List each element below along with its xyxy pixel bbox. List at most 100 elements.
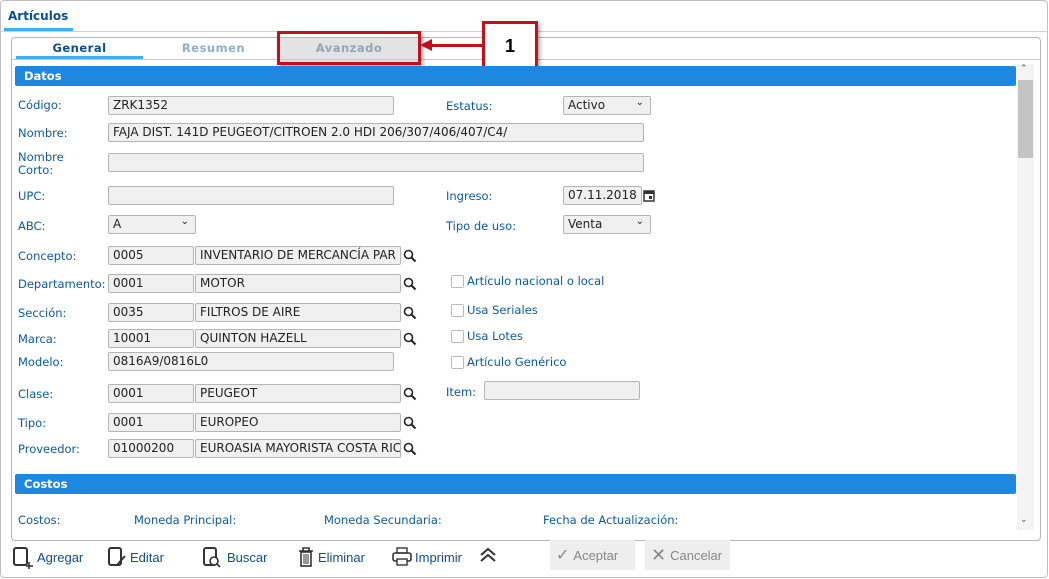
concepto-code-input[interactable]: 0005 [108, 246, 194, 265]
codigo-input[interactable]: ZRK1352 [108, 96, 394, 115]
item-input[interactable] [484, 381, 640, 400]
buscar-button[interactable]: Buscar [202, 545, 267, 569]
seccion-code-input[interactable]: 0035 [108, 303, 194, 322]
checkbox-label[interactable]: Artículo Genérico [467, 355, 566, 369]
nombre-input[interactable]: FAJA DIST. 141D PEUGEOT/CITROEN 2.0 HDI … [108, 123, 644, 142]
agregar-button[interactable]: Agregar [12, 545, 83, 569]
search-icon[interactable] [403, 416, 417, 433]
buscar-label: Buscar [227, 549, 268, 565]
callout-number: 1 [482, 21, 538, 71]
estatus-value: Activo [568, 98, 606, 112]
checkbox[interactable] [451, 330, 464, 343]
search-document-icon [203, 547, 221, 568]
ingreso-date-input[interactable]: 07.11.2018 [563, 186, 642, 205]
nombre-label: Nombre: [18, 126, 68, 140]
marca-label: Marca: [18, 332, 57, 346]
item-label: Item: [446, 385, 477, 399]
scroll-up-icon[interactable]: ⌃ [1020, 64, 1028, 74]
nombre-corto-label: Nombre Corto: [18, 150, 64, 177]
modelo-input[interactable]: 0816A9/0816L0 [108, 352, 394, 371]
imprimir-button[interactable]: Imprimir [392, 545, 462, 569]
ingreso-label: Ingreso: [446, 189, 493, 203]
departamento-code-input[interactable]: 0001 [108, 274, 194, 293]
marca-name-input[interactable]: QUINTON HAZELL [195, 329, 401, 348]
search-icon[interactable] [403, 387, 417, 404]
arrow-head-icon [420, 39, 432, 51]
callout-arrow [430, 44, 483, 47]
departamento-label: Departamento: [18, 277, 106, 291]
tipo-uso-select[interactable]: Venta ⌄ [563, 215, 651, 234]
moneda-secundaria-label: Moneda Secundaria: [324, 513, 442, 527]
search-icon[interactable] [403, 249, 417, 266]
highlight-box [277, 31, 421, 65]
agregar-label: Agregar [37, 549, 84, 565]
checkbox-label[interactable]: Usa Seriales [467, 303, 538, 317]
aceptar-button[interactable]: ✓ Aceptar [550, 540, 635, 570]
close-icon: ✕ [651, 544, 667, 565]
estatus-select[interactable]: Activo ⌄ [563, 96, 651, 115]
search-icon[interactable] [403, 332, 417, 349]
nombre-corto-input[interactable] [108, 153, 644, 172]
check-icon: ✓ [556, 547, 570, 564]
scrollbar-thumb[interactable] [1018, 80, 1033, 158]
checkbox-label[interactable]: Artículo nacional o local [467, 274, 604, 288]
seccion-name-input[interactable]: FILTROS DE AIRE [195, 303, 401, 322]
proveedor-code-input[interactable]: 01000200 [108, 439, 194, 458]
calendar-icon[interactable] [643, 189, 655, 202]
modelo-label: Modelo: [18, 355, 64, 369]
tab-articulos[interactable]: Artículos [8, 9, 68, 23]
checkbox-label[interactable]: Usa Lotes [467, 329, 523, 343]
marca-code-input[interactable]: 10001 [108, 329, 194, 348]
tipo-uso-label: Tipo de uso: [446, 219, 517, 233]
codigo-label: Código: [18, 98, 62, 112]
checkbox[interactable] [451, 275, 464, 288]
chevron-down-icon: ⌄ [180, 216, 189, 227]
cancelar-button[interactable]: ✕ Cancelar [645, 540, 730, 570]
tab-resumen[interactable]: Resumen [150, 41, 277, 55]
aceptar-label: Aceptar [573, 547, 619, 563]
search-icon[interactable] [403, 277, 417, 294]
clase-name-input[interactable]: PEUGEOT [195, 384, 401, 403]
eliminar-button[interactable]: Eliminar [297, 545, 365, 569]
clase-label: Clase: [18, 387, 54, 401]
fecha-actualizacion-label: Fecha de Actualización: [543, 513, 679, 527]
abc-select[interactable]: A ⌄ [108, 215, 196, 234]
search-icon[interactable] [403, 306, 417, 323]
upc-label: UPC: [18, 189, 46, 203]
collapse-chevrons-icon[interactable] [478, 545, 498, 565]
seccion-label: Sección: [18, 306, 67, 320]
section-costos: Costos [15, 474, 1016, 494]
concepto-label: Concepto: [18, 249, 77, 263]
tipo-code-input[interactable]: 0001 [108, 413, 194, 432]
clase-code-input[interactable]: 0001 [108, 384, 194, 403]
abc-label: ABC: [18, 219, 46, 233]
upc-input[interactable] [108, 186, 394, 205]
departamento-name-input[interactable]: MOTOR [195, 274, 401, 293]
trash-icon [299, 547, 313, 567]
section-datos: Datos [15, 66, 1016, 86]
chevron-down-icon: ⌄ [635, 216, 644, 227]
edit-icon [108, 547, 126, 566]
checkbox[interactable] [451, 304, 464, 317]
costos-label: Costos: [18, 513, 61, 527]
printer-icon [392, 547, 412, 566]
tipo-label: Tipo: [18, 416, 47, 430]
eliminar-label: Eliminar [318, 549, 365, 565]
tipo-uso-value: Venta [568, 217, 603, 231]
cancelar-label: Cancelar [670, 547, 723, 563]
imprimir-label: Imprimir [415, 549, 462, 565]
tab-general[interactable]: General [16, 41, 143, 55]
abc-value: A [113, 217, 122, 231]
add-icon [13, 547, 33, 569]
active-subtab-indicator [16, 56, 143, 59]
editar-label: Editar [130, 549, 164, 565]
chevron-down-icon: ⌄ [635, 97, 644, 108]
checkbox[interactable] [451, 356, 464, 369]
editar-button[interactable]: Editar [107, 545, 164, 569]
scroll-down-icon[interactable]: ⌄ [1020, 515, 1028, 525]
concepto-name-input[interactable]: INVENTARIO DE MERCANCÍA PAR [195, 246, 401, 265]
tipo-name-input[interactable]: EUROPEO [195, 413, 401, 432]
proveedor-name-input[interactable]: EUROASIA MAYORISTA COSTA RICA [195, 439, 401, 458]
search-icon[interactable] [403, 442, 417, 459]
estatus-label: Estatus: [446, 99, 493, 113]
